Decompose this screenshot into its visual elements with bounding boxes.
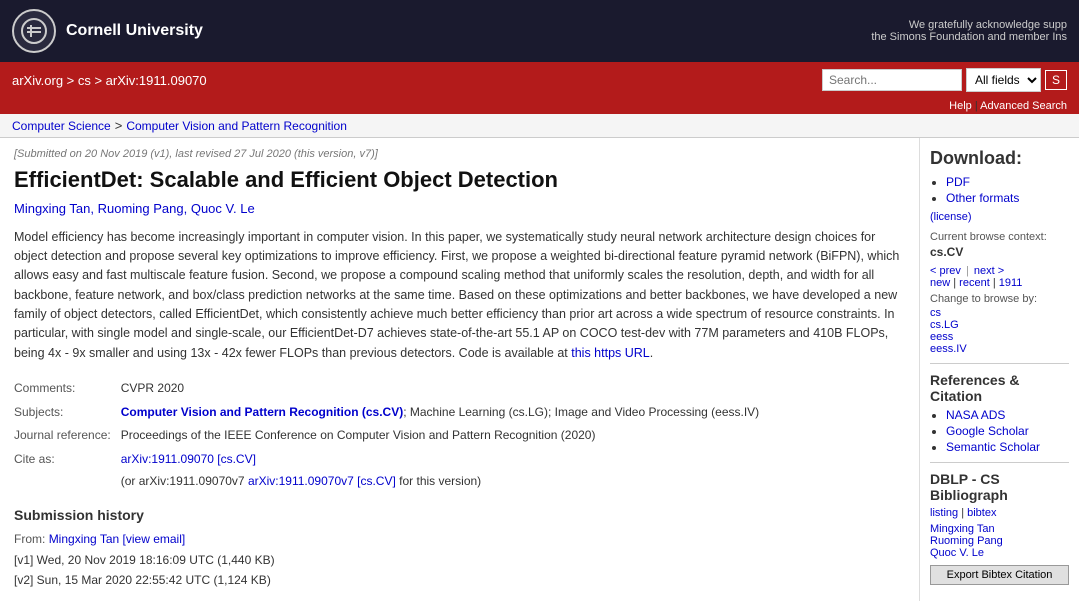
prev-link[interactable]: < prev	[930, 265, 961, 277]
author-quoc[interactable]: Quoc V. Le	[191, 201, 255, 216]
year-link[interactable]: 1911	[999, 277, 1023, 289]
cs-cv-tag-link[interactable]: [cs.CV]	[217, 452, 256, 466]
dblp-authors: Mingxing Tan Ruoming Pang Quoc V. Le	[930, 523, 1069, 559]
export-bibtex-button[interactable]: Export Bibtex Citation	[930, 565, 1069, 585]
pdf-link[interactable]: PDF	[946, 175, 970, 189]
search-input[interactable]	[822, 69, 962, 91]
semantic-scholar-link[interactable]: Semantic Scholar	[946, 440, 1040, 454]
subject-link[interactable]: Computer Science	[12, 119, 111, 133]
submission-info: [Submitted on 20 Nov 2019 (v1), last rev…	[14, 148, 905, 160]
new-link[interactable]: new	[930, 277, 950, 289]
google-scholar-link[interactable]: Google Scholar	[946, 424, 1029, 438]
navbar: arXiv.org > cs > arXiv:1911.09070 All fi…	[0, 62, 1079, 98]
arxiv-id-link[interactable]: arXiv:1911.09070	[121, 452, 214, 466]
subjects-label: Subjects:	[14, 401, 121, 425]
abstract-url-link[interactable]: this https URL	[571, 346, 650, 360]
dblp-listing-link[interactable]: listing	[930, 507, 958, 519]
help-bar: Help | Advanced Search	[0, 98, 1079, 114]
nav-separator: >	[115, 118, 123, 133]
browse-nav-links: < prev | next > new | recent | 1911	[930, 265, 1069, 289]
submission-history: From: Mingxing Tan [view email] [v1] Wed…	[14, 529, 905, 590]
recent-link[interactable]: recent	[959, 277, 990, 289]
comments-value: CVPR 2020	[121, 377, 763, 401]
main-container: [Submitted on 20 Nov 2019 (v1), last rev…	[0, 138, 1079, 601]
divider-1	[930, 363, 1069, 364]
next-link[interactable]: next >	[974, 265, 1004, 277]
dblp-title: DBLP - CS Bibliograph	[930, 471, 1069, 503]
ref-citation-title: References & Citation	[930, 372, 1069, 404]
search-field-select[interactable]: All fields	[966, 68, 1041, 92]
change-browse-label: Change to browse by:	[930, 293, 1069, 305]
category-link[interactable]: Computer Vision and Pattern Recognition	[126, 119, 347, 133]
cs-cv-or-link[interactable]: [cs.CV]	[357, 474, 396, 488]
cornell-logo	[12, 9, 56, 53]
journal-value: Proceedings of the IEEE Conference on Co…	[121, 424, 763, 448]
advanced-search-link[interactable]: Advanced Search	[980, 100, 1067, 112]
browse-context-label: Current browse context:	[930, 231, 1069, 243]
subjects-value: Computer Vision and Pattern Recognition …	[121, 401, 763, 425]
search-button[interactable]: S	[1045, 70, 1067, 90]
dblp-author1-link[interactable]: Mingxing Tan	[930, 523, 1069, 535]
breadcrumb: arXiv.org > cs > arXiv:1911.09070	[12, 73, 207, 88]
other-formats-link[interactable]: Other formats	[946, 191, 1019, 205]
sidebar: Download: PDF Other formats (license) Cu…	[919, 138, 1079, 601]
dblp-author2-link[interactable]: Ruoming Pang	[930, 535, 1069, 547]
browse-cs-lg-link[interactable]: cs.LG	[930, 319, 1069, 331]
view-email-link[interactable]: [view email]	[123, 532, 186, 546]
browse-cs-link[interactable]: cs	[930, 307, 1069, 319]
author-mingxing[interactable]: Mingxing Tan	[14, 201, 90, 216]
author-ruoming[interactable]: Ruoming Pang	[98, 201, 184, 216]
paper-title: EfficientDet: Scalable and Efficient Obj…	[14, 166, 905, 195]
reference-links-list: NASA ADS Google Scholar Semantic Scholar	[930, 408, 1069, 454]
metadata: Comments: CVPR 2020 Subjects: Computer V…	[14, 377, 905, 493]
page-nav-bar: Computer Science > Computer Vision and P…	[0, 114, 1079, 138]
header-left: Cornell University	[12, 9, 203, 53]
browse-context-value: cs.CV	[930, 245, 1069, 259]
nasa-ads-link[interactable]: NASA ADS	[946, 408, 1005, 422]
abstract: Model efficiency has become increasingly…	[14, 228, 905, 364]
download-list: PDF Other formats	[930, 175, 1069, 205]
dblp-bibtex-link[interactable]: bibtex	[967, 507, 996, 519]
browse-eess-iv-link[interactable]: eess.IV	[930, 343, 1069, 355]
acknowledgement-text: We gratefully acknowledge supp the Simon…	[871, 19, 1067, 43]
dblp-links: listing | bibtex	[930, 507, 1069, 519]
cite-value: arXiv:1911.09070 [cs.CV] (or arXiv:1911.…	[121, 448, 763, 493]
help-link[interactable]: Help	[949, 100, 972, 112]
download-title: Download:	[930, 148, 1069, 169]
site-header: Cornell University We gratefully acknowl…	[0, 0, 1079, 62]
change-browse-links: cs cs.LG eess eess.IV	[930, 307, 1069, 355]
license-link[interactable]: (license)	[930, 211, 1069, 223]
dblp-author3-link[interactable]: Quoc V. Le	[930, 547, 1069, 559]
comments-label: Comments:	[14, 377, 121, 401]
browse-eess-link[interactable]: eess	[930, 331, 1069, 343]
arxiv-v7-link[interactable]: arXiv:1911.09070v7	[248, 474, 354, 488]
authors: Mingxing Tan, Ruoming Pang, Quoc V. Le	[14, 201, 905, 216]
search-area: All fields S	[822, 68, 1067, 92]
journal-label: Journal reference:	[14, 424, 121, 448]
cs-cv-link[interactable]: Computer Vision and Pattern Recognition …	[121, 405, 403, 419]
divider-2	[930, 462, 1069, 463]
cite-label: Cite as:	[14, 448, 121, 493]
cornell-university-name: Cornell University	[66, 22, 203, 40]
content-area: [Submitted on 20 Nov 2019 (v1), last rev…	[0, 138, 919, 601]
from-author-link[interactable]: Mingxing Tan	[49, 532, 120, 546]
